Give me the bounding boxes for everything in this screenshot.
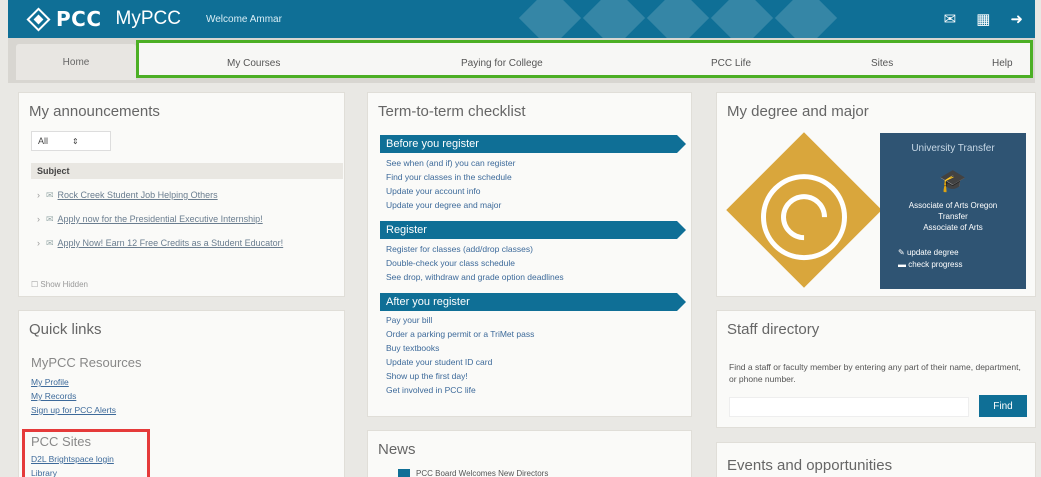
quick-links-title: Quick links [29, 321, 102, 338]
checklist-link[interactable]: See drop, withdraw and grade option dead… [386, 272, 564, 282]
news-panel: News PCC Board Welcomes New Directors [367, 430, 692, 477]
checklist-link[interactable]: Buy textbooks [386, 343, 439, 353]
pcc-spiral-logo-icon [726, 132, 882, 288]
checklist-link[interactable]: Update your degree and major [386, 200, 501, 210]
events-title: Events and opportunities [727, 457, 893, 474]
checkbox-icon[interactable]: ☐ [31, 280, 38, 289]
section-register: Register [380, 221, 686, 239]
announcement-icon: ✉ [46, 214, 54, 224]
chevron-right-icon: › [37, 238, 40, 248]
degree-card-title: University Transfer [911, 143, 995, 154]
staff-search-input[interactable] [729, 397, 969, 417]
checklist-title: Term-to-term checklist [378, 103, 526, 120]
news-icon [398, 469, 410, 477]
staff-description: Find a staff or faculty member by enteri… [729, 362, 1021, 384]
pcc-logo-icon [26, 6, 51, 32]
header-decoration [518, 0, 848, 38]
link-my-records[interactable]: My Records [31, 391, 76, 401]
announcement-icon: ✉ [46, 190, 54, 200]
tab-sites[interactable]: Sites [871, 58, 893, 69]
news-item[interactable]: PCC Board Welcomes New Directors [416, 469, 548, 477]
progress-icon: ▬ [898, 260, 906, 269]
section-before-register: Before you register [380, 135, 686, 153]
degree-card: University Transfer 🎓 Associate of Arts … [880, 133, 1026, 289]
degree-panel: My degree and major University Transfer … [716, 92, 1036, 297]
checklist-link[interactable]: Find your classes in the schedule [386, 172, 512, 182]
calendar-icon[interactable]: ▦ [976, 12, 990, 27]
link-d2l-login[interactable]: D2L Brightspace login [31, 454, 114, 464]
checklist-link[interactable]: Show up the first day! [386, 371, 468, 381]
find-button[interactable]: Find [979, 395, 1027, 417]
graduation-cap-icon: 🎓 [939, 168, 967, 193]
link-my-profile[interactable]: My Profile [31, 377, 69, 387]
checklist-link[interactable]: Register for classes (add/drop classes) [386, 244, 533, 254]
mail-icon[interactable]: ✉ [944, 12, 957, 27]
checklist-link[interactable]: See when (and if) you can register [386, 158, 515, 168]
events-panel: Events and opportunities [716, 442, 1036, 477]
check-progress-link[interactable]: ▬ check progress [880, 259, 1026, 271]
checklist-link[interactable]: Update your student ID card [386, 357, 492, 367]
degree-line-2: Transfer [938, 212, 968, 221]
link-pcc-alerts[interactable]: Sign up for PCC Alerts [31, 405, 116, 415]
main-nav: Home My Courses Paying for College PCC L… [8, 38, 1035, 83]
checklist-link[interactable]: Update your account info [386, 186, 481, 196]
quick-links-panel: Quick links MyPCC Resources My Profile M… [18, 310, 345, 477]
checklist-link[interactable]: Pay your bill [386, 315, 432, 325]
tab-home[interactable]: Home [16, 44, 136, 80]
checklist-panel: Term-to-term checklist Before you regist… [367, 92, 692, 417]
checklist-link[interactable]: Order a parking permit or a TriMet pass [386, 329, 534, 339]
subject-header: Subject [31, 163, 343, 179]
announcement-item[interactable]: › ✉ Apply now for the Presidential Executi… [37, 213, 337, 226]
update-degree-link[interactable]: ✎ update degree [880, 247, 1026, 259]
filter-value: All [38, 136, 49, 146]
staff-directory-panel: Staff directory Find a staff or faculty … [716, 310, 1036, 428]
chevron-right-icon: › [37, 190, 40, 200]
staff-title: Staff directory [727, 321, 820, 338]
tab-pcc-life[interactable]: PCC Life [711, 58, 751, 69]
logout-icon[interactable]: ➜ [1010, 12, 1023, 27]
tab-help[interactable]: Help [992, 58, 1013, 69]
show-hidden-toggle[interactable]: ☐ Show Hidden [31, 280, 88, 289]
checklist-link[interactable]: Double-check your class schedule [386, 258, 515, 268]
pcc-logo[interactable]: PCC [26, 6, 102, 32]
app-name[interactable]: MyPCC [116, 8, 181, 30]
header-icons: ✉ ▦ ➜ [944, 0, 1023, 38]
select-arrows-icon: ⇕ [72, 136, 79, 146]
tab-paying-for-college[interactable]: Paying for College [461, 58, 543, 69]
news-title: News [378, 441, 416, 458]
pcc-sites-title: PCC Sites [31, 434, 91, 449]
announcement-item[interactable]: › ✉ Rock Creek Student Job Helping Others [37, 189, 337, 202]
degree-line-1: Associate of Arts Oregon [908, 201, 998, 210]
tab-my-courses[interactable]: My Courses [227, 58, 280, 69]
announcement-filter[interactable]: All ⇕ [31, 131, 111, 151]
top-header: PCC MyPCC Welcome Ammar ✉ ▦ ➜ [8, 0, 1035, 38]
chevron-right-icon: › [37, 214, 40, 224]
checklist-link[interactable]: Get involved in PCC life [386, 385, 476, 395]
announcements-title: My announcements [29, 103, 160, 120]
pencil-icon: ✎ [898, 248, 905, 257]
nav-tabs-highlight: My Courses Paying for College PCC Life S… [136, 40, 1033, 78]
announcement-item[interactable]: › ✉ Apply Now! Earn 12 Free Credits as a S… [37, 237, 337, 250]
resources-title: MyPCC Resources [31, 355, 142, 370]
announcements-panel: My announcements All ⇕ Subject › ✉ Rock Cr… [18, 92, 345, 297]
degree-line-3: Associate of Arts [923, 223, 983, 232]
welcome-text: Welcome Ammar [205, 13, 282, 25]
announcement-icon: ✉ [46, 238, 54, 248]
logo-text: PCC [56, 7, 102, 31]
link-library[interactable]: Library [31, 468, 57, 477]
degree-title: My degree and major [727, 103, 869, 120]
section-after-register: After you register [380, 293, 686, 311]
